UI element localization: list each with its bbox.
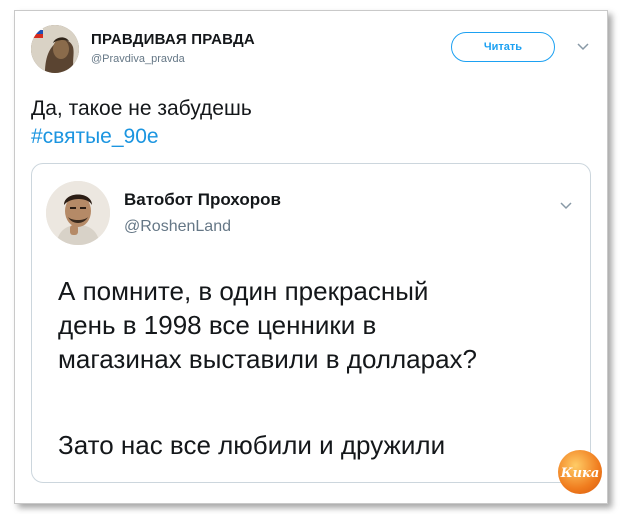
quoted-author-avatar[interactable] [46,181,110,245]
quoted-author-handle[interactable]: @RoshenLand [124,218,231,236]
tweet-text: Да, такое не забудешь [31,97,252,120]
chevron-down-icon[interactable] [577,43,589,51]
quoted-author-name[interactable]: Ватобот Прохоров [124,190,281,210]
quoted-tweet-body: А помните, в один прекрасный день в 1998… [58,274,578,376]
author-handle[interactable]: @Pravdiva_pravda [91,53,185,65]
quoted-body-line: А помните, в один прекрасный [58,276,429,306]
watermark-logo: Кика [558,450,602,494]
chevron-down-icon[interactable] [560,202,572,210]
quoted-body-line: Зато нас все любили и дружили [58,430,446,460]
author-avatar[interactable] [31,25,79,73]
author-name[interactable]: ПРАВДИВАЯ ПРАВДА [91,31,255,48]
quoted-body-line: магазинах выставили в долларах? [58,344,478,374]
tweet-card: ПРАВДИВАЯ ПРАВДА @Pravdiva_pravda Читать… [14,10,608,504]
quoted-tweet[interactable]: Ватобот Прохоров @RoshenLand А помните, … [31,163,591,483]
hashtag-link[interactable]: #святые_90е [31,123,159,151]
quoted-body-line: день в 1998 все ценники в [58,310,377,340]
svg-text:Кика: Кика [560,466,600,481]
follow-button[interactable]: Читать [451,32,555,62]
